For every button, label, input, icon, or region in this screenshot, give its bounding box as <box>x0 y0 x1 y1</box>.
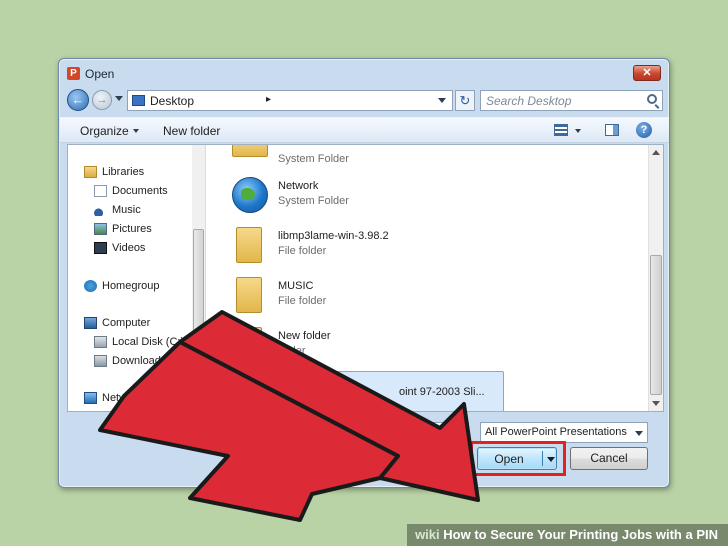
scroll-down-arrow-icon[interactable] <box>652 401 660 406</box>
browser-area: Libraries Documents Music Pictures Video… <box>67 144 664 412</box>
file-name: oint 97-2003 Sli... <box>399 386 485 398</box>
nav-item-label: Netw <box>102 392 128 404</box>
drive-icon <box>94 336 107 348</box>
close-button[interactable]: ✕ <box>633 65 661 81</box>
address-location[interactable]: Desktop <box>150 94 194 108</box>
open-options-arrow-icon[interactable] <box>547 457 555 462</box>
title-bar: P Open ✕ <box>59 59 669 85</box>
computer-icon <box>84 317 97 329</box>
refresh-button[interactable]: ↻ <box>455 90 475 111</box>
file-type: File folder <box>278 295 327 307</box>
nav-scrollbar-thumb[interactable] <box>193 229 204 394</box>
list-item[interactable]: New folder folder <box>228 325 628 369</box>
caption-title: How to Secure Your Printing Jobs with a … <box>443 527 718 542</box>
dialog-title: Open <box>85 67 115 81</box>
open-button[interactable]: Open <box>477 447 557 470</box>
preview-pane-icon[interactable] <box>605 124 619 136</box>
file-type-selected: All PowerPoint Presentations (* <box>485 426 630 438</box>
network-icon <box>84 392 97 404</box>
file-list-scrollbar[interactable] <box>648 145 663 411</box>
change-view-icon[interactable] <box>554 124 568 136</box>
selected-list-item[interactable]: oint 97-2003 Sli... <box>280 371 504 411</box>
desktop-icon <box>132 95 145 106</box>
nav-item-label: Libraries <box>102 166 145 178</box>
file-name: New folder <box>278 330 331 342</box>
file-list-scrollbar-thumb[interactable] <box>650 255 662 395</box>
file-type-dropdown-icon[interactable] <box>635 431 643 436</box>
system-folder-icon <box>232 145 268 157</box>
file-name: libmp3lame-win-3.98.2 <box>278 230 389 242</box>
libraries-icon <box>84 166 97 178</box>
nav-item-label: Pictures <box>112 223 152 235</box>
list-item[interactable]: MUSIC File folder <box>228 275 628 319</box>
file-type: folder <box>278 345 306 357</box>
videos-icon <box>94 242 107 254</box>
tools-dropdown-icon[interactable] <box>459 458 467 463</box>
powerpoint-icon: P <box>67 67 80 80</box>
breadcrumb-separator-icon[interactable]: ▸ <box>266 94 271 105</box>
homegroup-icon <box>84 280 97 292</box>
folder-icon <box>236 277 262 313</box>
forward-button[interactable]: → <box>92 90 112 110</box>
caption-brand: wiki <box>415 527 440 542</box>
file-type-select[interactable]: All PowerPoint Presentations (* <box>480 422 648 443</box>
file-type: System Folder <box>278 195 349 207</box>
new-folder-button[interactable]: New folder <box>163 124 220 138</box>
nav-item-label: Documents <box>112 185 168 197</box>
organize-button[interactable]: Organize <box>80 124 139 138</box>
file-list: System Folder Network System Folder libm… <box>208 145 650 411</box>
list-item[interactable]: System Folder <box>228 145 628 177</box>
file-name-row: All PowerPoint Presentations (* <box>59 419 669 443</box>
command-bar: Organize New folder ? <box>60 117 669 143</box>
navigation-pane: Libraries Documents Music Pictures Video… <box>68 145 206 411</box>
open-button-label: Open <box>494 452 524 466</box>
open-split-divider <box>542 451 543 466</box>
help-icon[interactable]: ? <box>636 122 652 138</box>
folder-icon <box>236 227 262 263</box>
list-item[interactable]: Network System Folder <box>228 175 628 219</box>
nav-item-label: Local Disk (C:) <box>112 336 185 348</box>
nav-item-label: Downloads (\\vb <box>112 355 191 367</box>
pictures-icon <box>94 223 107 235</box>
nav-item-label: Music <box>112 204 141 216</box>
nav-item-label: Computer <box>102 317 151 329</box>
cancel-button[interactable]: Cancel <box>570 447 648 470</box>
search-placeholder: Search Desktop <box>486 94 572 108</box>
file-type: File folder <box>278 245 327 257</box>
address-dropdown-icon[interactable] <box>438 98 446 103</box>
file-name: MUSIC <box>278 280 314 292</box>
file-name: Network <box>278 180 319 192</box>
file-name-field[interactable] <box>229 422 469 443</box>
navigation-row: ← → Desktop ▸ ↻ Search Desktop <box>59 87 669 115</box>
folder-icon <box>236 327 262 363</box>
globe-icon <box>232 177 268 213</box>
nav-item-label: Homegroup <box>102 280 160 292</box>
wikihow-caption: wiki How to Secure Your Printing Jobs wi… <box>407 524 728 546</box>
nav-item-label: Videos <box>112 242 146 254</box>
recent-locations-dropdown[interactable] <box>115 96 123 101</box>
address-bar[interactable]: Desktop ▸ <box>127 90 453 111</box>
documents-icon <box>94 185 107 197</box>
powerpoint-file-icon <box>287 376 317 411</box>
search-input[interactable]: Search Desktop <box>480 90 663 111</box>
back-button[interactable]: ← <box>67 89 89 111</box>
network-drive-icon <box>94 355 107 367</box>
nav-scrollbar[interactable] <box>192 145 205 411</box>
scroll-up-arrow-icon[interactable] <box>652 150 660 155</box>
file-type: System Folder <box>278 153 349 165</box>
search-icon[interactable] <box>647 94 657 104</box>
music-note-icon <box>94 204 107 216</box>
list-item[interactable]: libmp3lame-win-3.98.2 File folder <box>228 225 628 269</box>
tools-button[interactable]: ls <box>425 454 433 466</box>
file-name-dropdown-icon[interactable] <box>457 430 465 435</box>
view-options-dropdown-icon[interactable] <box>575 129 581 133</box>
open-dialog: P Open ✕ ← → Desktop ▸ ↻ Search Desktop … <box>58 58 670 488</box>
